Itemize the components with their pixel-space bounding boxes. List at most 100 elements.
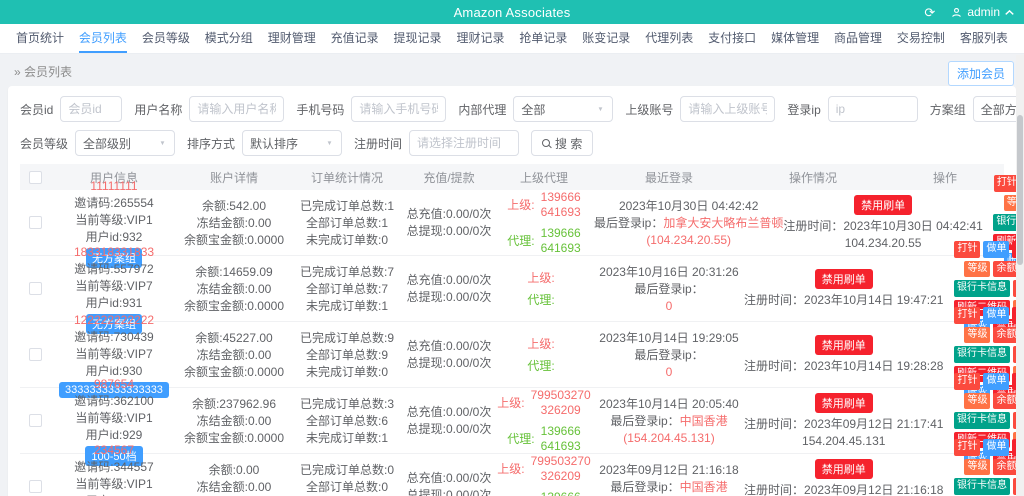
register-time: 2023年10月14日 19:47:21 xyxy=(804,293,944,307)
action-button-6[interactable]: 银行卡信息 xyxy=(953,280,1010,297)
filter-select[interactable]: 全部 ▼ xyxy=(513,96,614,122)
action-button-6[interactable]: 银行卡信息 xyxy=(953,478,1010,495)
action-button-3[interactable]: 等级 xyxy=(964,260,991,278)
refresh-button[interactable]: ⟳ xyxy=(924,6,935,19)
action-button-1[interactable]: 做单 xyxy=(983,241,1010,258)
filter-input[interactable] xyxy=(189,96,285,122)
nav-tab-14[interactable]: 交易控制 xyxy=(897,24,945,53)
filter-input[interactable] xyxy=(351,96,447,122)
filter-select[interactable]: 默认排序 ▼ xyxy=(242,130,343,156)
column-header: 充值/提款 xyxy=(423,170,475,185)
filter-input[interactable] xyxy=(409,130,520,156)
nav-tab-12[interactable]: 媒体管理 xyxy=(771,24,819,53)
last-login-ip-line: 最后登录ip：加拿大安大略布兰普顿 xyxy=(594,215,783,231)
row-checkbox[interactable] xyxy=(28,348,42,361)
row-checkbox[interactable] xyxy=(28,216,42,229)
agent-value: 139666 xyxy=(541,490,581,496)
user-info-line: 当前等级:VIP1 xyxy=(75,476,153,491)
op-status-cell: 禁用刷单 注册时间：2023年09月12日 21:17:41 154.204.45.… xyxy=(744,392,943,449)
nav-tab-15[interactable]: 客服列表 xyxy=(960,24,1008,53)
nav-tab-13[interactable]: 商品管理 xyxy=(834,24,882,53)
user-info-line: 用户id:928 xyxy=(86,493,143,496)
column-header: 订单统计情况 xyxy=(310,170,383,185)
nav-tab-0[interactable]: 首页统计 xyxy=(16,24,64,53)
nav-tab-4[interactable]: 理财管理 xyxy=(268,24,316,53)
scrollbar[interactable] xyxy=(1016,55,1024,496)
agent-value: 641693 xyxy=(540,438,581,453)
filter-input[interactable] xyxy=(827,96,918,122)
row-checkbox[interactable] xyxy=(28,282,42,295)
action-button-6[interactable]: 银行卡信息 xyxy=(953,346,1010,363)
action-button-1[interactable]: 做单 xyxy=(983,373,1010,390)
scrollbar-thumb[interactable] xyxy=(1017,115,1023,265)
agent-value: 139666 xyxy=(540,225,581,240)
nav-tab-7[interactable]: 理财记录 xyxy=(456,24,504,53)
row-checkbox[interactable] xyxy=(28,414,42,427)
agent-values: 139666641693 xyxy=(541,490,581,496)
disable-order-badge[interactable]: 禁用刷单 xyxy=(814,269,873,289)
add-member-button[interactable]: 添加会员 xyxy=(947,61,1014,86)
nav-tab-11[interactable]: 支付接口 xyxy=(708,24,756,53)
nav-tab-3[interactable]: 模式分组 xyxy=(205,24,253,53)
admin-label: admin xyxy=(967,5,1000,19)
row-checkbox[interactable] xyxy=(28,480,42,493)
last-login-ip: 0 xyxy=(665,298,673,313)
breadcrumb: » 会员列表 xyxy=(14,63,72,80)
op-status-cell: 禁用刷单注册时间：2023年09月12日 21:16:18154.204.45.… xyxy=(744,458,944,496)
action-button-1[interactable]: 做单 xyxy=(983,439,1010,456)
action-button-0[interactable]: 打针 xyxy=(954,307,981,324)
nav-tab-10[interactable]: 代理列表 xyxy=(645,24,693,53)
agent-values: 139666641693 xyxy=(541,226,581,256)
account-line: 冻结金额:0.00 xyxy=(196,413,272,428)
action-button-3[interactable]: 等级 xyxy=(964,458,991,476)
disable-order-badge[interactable]: 禁用刷单 xyxy=(814,458,873,479)
order-line: 未完成订单数:0 xyxy=(305,364,388,379)
action-button-0[interactable]: 打针 xyxy=(954,373,981,390)
recharge-line: 总提现:0.00/0次 xyxy=(406,422,492,436)
nav-tab-2[interactable]: 会员等级 xyxy=(142,24,190,53)
action-button-3[interactable]: 等级 xyxy=(964,326,991,344)
user-info-line: 当前等级:VIP1 xyxy=(75,410,153,425)
agent-pair: 上级: xyxy=(527,336,560,352)
disable-order-badge[interactable]: 禁用刷单 xyxy=(814,392,873,413)
action-button-0[interactable]: 打针 xyxy=(954,241,981,258)
row-checkbox-cell xyxy=(20,348,50,361)
register-time-label: 注册时间： xyxy=(744,293,805,307)
action-button-0[interactable]: 打针 xyxy=(954,439,981,456)
recharge-line: 总提现:0.00/0次 xyxy=(406,488,492,496)
filter-label: 手机号码 xyxy=(296,102,345,117)
disable-order-badge[interactable]: 禁用刷单 xyxy=(854,194,913,215)
filter-input[interactable] xyxy=(60,96,123,122)
last-login-ip: 0 xyxy=(665,364,673,379)
search-button[interactable]: 搜 索 xyxy=(531,130,594,156)
nav-tab-1[interactable]: 会员列表 xyxy=(78,24,127,53)
select-all-checkbox[interactable] xyxy=(28,170,42,184)
nav-tab-9[interactable]: 账变记录 xyxy=(582,24,630,53)
nav-tab-5[interactable]: 充值记录 xyxy=(331,24,379,53)
account-line: 冻结金额:0.00 xyxy=(196,215,272,230)
filter-label: 用户名称 xyxy=(134,102,183,117)
agent-cell: 上级: 799503270326209 代理:139666641693 xyxy=(494,454,594,496)
action-button-6[interactable]: 银行卡信息 xyxy=(953,412,1010,429)
admin-menu[interactable]: admin xyxy=(951,5,1014,19)
select-value: 默认排序 xyxy=(250,136,299,151)
column-header: 最近登录 xyxy=(644,170,693,185)
account-line: 余额宝金额:0.0000 xyxy=(183,298,285,313)
last-login-ip-line: 最后登录ip：中国香港 xyxy=(610,479,727,495)
filter-select[interactable]: 全部级别 ▼ xyxy=(75,130,176,156)
filter-input[interactable] xyxy=(680,96,776,122)
disable-order-badge[interactable]: 禁用刷单 xyxy=(814,335,873,355)
last-login-time: 2023年10月14日 19:29:05 xyxy=(599,330,739,345)
register-time: 2023年09月12日 21:16:18 xyxy=(804,482,944,496)
account-detail-cell: 余额:0.00冻结金额:0.00余额宝金额:0.0000 xyxy=(178,462,290,496)
agent-value: 139666 xyxy=(540,423,581,438)
action-button-1[interactable]: 做单 xyxy=(983,307,1010,324)
agent-cell: 上级: 代理: xyxy=(494,270,594,308)
agent-label: 上级: xyxy=(527,270,555,285)
nav-tab-6[interactable]: 提现记录 xyxy=(394,24,442,53)
nav-tab-8[interactable]: 抢单记录 xyxy=(519,24,567,53)
column-header: 操作情况 xyxy=(788,170,837,185)
order-stats-cell: 已完成订单总数:7 全部订单总数:7 未完成订单数:1 xyxy=(290,264,404,314)
action-button-3[interactable]: 等级 xyxy=(964,392,991,410)
recharge-line: 总提现:0.00/0次 xyxy=(406,224,492,238)
